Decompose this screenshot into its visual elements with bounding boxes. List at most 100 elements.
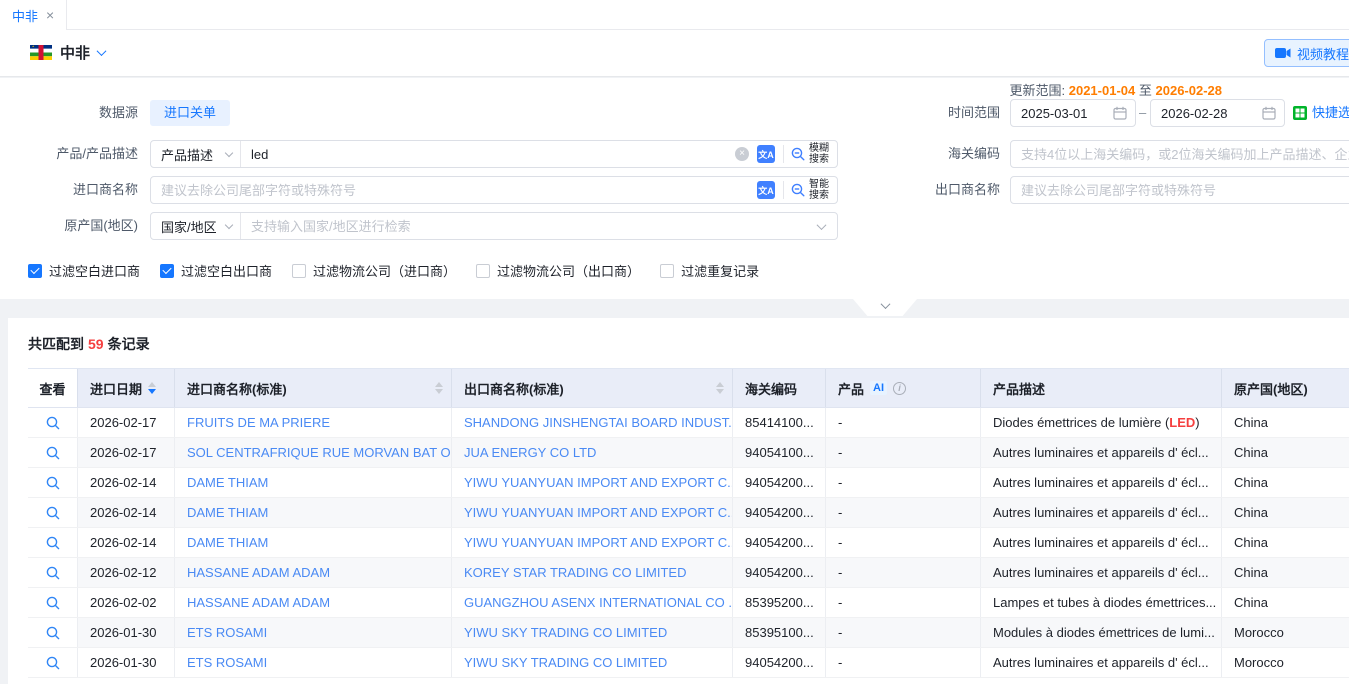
checkbox-unchecked-icon[interactable] bbox=[476, 264, 490, 278]
hs-code: 94054100... bbox=[733, 438, 826, 467]
hs-code: 94054200... bbox=[733, 528, 826, 557]
sort-icons[interactable] bbox=[435, 382, 443, 394]
smart-search-button[interactable]: 智能 搜索 bbox=[784, 179, 837, 201]
chevron-down-icon bbox=[880, 299, 890, 309]
hs-code-input[interactable] bbox=[1011, 141, 1349, 167]
close-icon[interactable]: × bbox=[46, 8, 54, 22]
date-from-input[interactable]: 2025-03-01 bbox=[1010, 99, 1136, 127]
checkbox-unchecked-icon[interactable] bbox=[292, 264, 306, 278]
date-to-input[interactable]: 2026-02-28 bbox=[1150, 99, 1285, 127]
view-detail-magnifier-icon[interactable] bbox=[45, 595, 61, 611]
importer-label: 进口商名称 bbox=[0, 176, 138, 204]
table-row-partial bbox=[28, 678, 1349, 684]
view-detail-magnifier-icon[interactable] bbox=[45, 535, 61, 551]
chevron-down-icon[interactable] bbox=[817, 220, 827, 230]
view-detail-magnifier-icon[interactable] bbox=[45, 475, 61, 491]
product-type-select[interactable]: 产品描述 bbox=[151, 141, 241, 167]
checkbox-checked-icon[interactable] bbox=[160, 264, 174, 278]
view-cell[interactable] bbox=[28, 408, 78, 437]
view-cell[interactable] bbox=[28, 588, 78, 617]
hs-code: 94054200... bbox=[733, 558, 826, 587]
import-date: 2026-01-30 bbox=[78, 618, 175, 647]
view-detail-magnifier-icon[interactable] bbox=[45, 655, 61, 671]
importer-link[interactable]: ETS ROSAMI bbox=[175, 648, 452, 677]
col-label: 进口日期 bbox=[90, 379, 142, 398]
translate-icon[interactable]: 文A bbox=[757, 181, 775, 199]
product-type-value: 产品描述 bbox=[161, 145, 213, 164]
importer-link[interactable]: DAME THIAM bbox=[175, 468, 452, 497]
view-detail-magnifier-icon[interactable] bbox=[45, 625, 61, 641]
exporter-link[interactable]: YIWU YUANYUAN IMPORT AND EXPORT C... bbox=[452, 468, 733, 497]
importer-link[interactable]: SOL CENTRAFRIQUE RUE MORVAN BAT OF... bbox=[175, 438, 452, 467]
exporter-link[interactable]: JUA ENERGY CO LTD bbox=[452, 438, 733, 467]
view-detail-magnifier-icon[interactable] bbox=[45, 415, 61, 431]
hs-code-control bbox=[1010, 140, 1349, 168]
origin-country-input[interactable] bbox=[241, 213, 818, 239]
importer-link[interactable]: HASSANE ADAM ADAM bbox=[175, 558, 452, 587]
importer-link[interactable]: FRUITS DE MA PRIERE bbox=[175, 408, 452, 437]
exporter-link[interactable]: GUANGZHOU ASENX INTERNATIONAL CO ... bbox=[452, 588, 733, 617]
info-icon[interactable]: i bbox=[893, 382, 906, 395]
checkbox-label: 过滤空白进口商 bbox=[49, 261, 140, 280]
filter-panel: 更新范围: 2021-01-04 至 2026-02-28 数据源 进口关单 时… bbox=[0, 78, 1349, 299]
table-row: 2026-01-30 ETS ROSAMI YIWU SKY TRADING C… bbox=[28, 618, 1349, 648]
exporter-link[interactable]: YIWU YUANYUAN IMPORT AND EXPORT C... bbox=[452, 528, 733, 557]
exporter-link[interactable]: YIWU SKY TRADING CO LIMITED bbox=[452, 618, 733, 647]
product-cell: - bbox=[826, 498, 981, 527]
col-exporter[interactable]: 出口商名称(标准) bbox=[452, 369, 733, 407]
data-source-import-declaration-button[interactable]: 进口关单 bbox=[150, 100, 230, 126]
col-hs-code: 海关编码 bbox=[733, 369, 826, 407]
hs-code: 85414100... bbox=[733, 408, 826, 437]
view-cell[interactable] bbox=[28, 648, 78, 677]
fuzzy-search-button[interactable]: 模糊 搜索 bbox=[784, 143, 837, 165]
product-desc: Diodes émettrices de lumière (LED) bbox=[981, 408, 1222, 437]
checkbox-filter-duplicate-records[interactable]: 过滤重复记录 bbox=[660, 261, 759, 280]
checkbox-filter-logistics-exporter[interactable]: 过滤物流公司（出口商） bbox=[476, 261, 640, 280]
view-detail-magnifier-icon[interactable] bbox=[45, 445, 61, 461]
clear-input-icon[interactable]: × bbox=[735, 147, 749, 161]
checkbox-filter-blank-exporter[interactable]: 过滤空白出口商 bbox=[160, 261, 272, 280]
exporter-link[interactable]: YIWU YUANYUAN IMPORT AND EXPORT C... bbox=[452, 498, 733, 527]
view-detail-magnifier-icon[interactable] bbox=[45, 505, 61, 521]
collapse-filter-handle[interactable] bbox=[845, 299, 925, 316]
product-desc: Autres luminaires et appareils d' écl... bbox=[981, 468, 1222, 497]
col-importer[interactable]: 进口商名称(标准) bbox=[175, 369, 452, 407]
importer-link[interactable]: ETS ROSAMI bbox=[175, 618, 452, 647]
import-date: 2026-02-14 bbox=[78, 498, 175, 527]
product-search-input[interactable] bbox=[241, 141, 735, 167]
importer-link[interactable]: DAME THIAM bbox=[175, 528, 452, 557]
product-desc: Lampes et tubes à diodes émettrices... bbox=[981, 588, 1222, 617]
view-cell[interactable] bbox=[28, 438, 78, 467]
view-cell[interactable] bbox=[28, 558, 78, 587]
checkbox-label: 过滤物流公司（进口商） bbox=[313, 261, 456, 280]
import-date: 2026-02-17 bbox=[78, 438, 175, 467]
checkbox-filter-blank-importer[interactable]: 过滤空白进口商 bbox=[28, 261, 140, 280]
video-tutorial-button[interactable]: 视频教程 bbox=[1264, 39, 1349, 67]
date-to-value: 2026-02-28 bbox=[1161, 106, 1228, 121]
translate-icon[interactable]: 文A bbox=[757, 145, 775, 163]
importer-link[interactable]: HASSANE ADAM ADAM bbox=[175, 588, 452, 617]
view-cell[interactable] bbox=[28, 528, 78, 557]
origin-type-select[interactable]: 国家/地区 bbox=[151, 213, 241, 239]
origin-country: China bbox=[1222, 528, 1349, 557]
sort-icons[interactable] bbox=[716, 382, 724, 394]
view-cell[interactable] bbox=[28, 618, 78, 647]
quick-select-button[interactable]: 快捷选 bbox=[1293, 99, 1349, 127]
importer-link[interactable]: DAME THIAM bbox=[175, 498, 452, 527]
checkbox-filter-logistics-importer[interactable]: 过滤物流公司（进口商） bbox=[292, 261, 456, 280]
country-selector[interactable]: 中非 bbox=[30, 42, 105, 63]
sort-icons[interactable] bbox=[148, 382, 156, 394]
view-cell[interactable] bbox=[28, 498, 78, 527]
date-from-value: 2025-03-01 bbox=[1021, 106, 1088, 121]
exporter-link[interactable]: KOREY STAR TRADING CO LIMITED bbox=[452, 558, 733, 587]
checkbox-unchecked-icon[interactable] bbox=[660, 264, 674, 278]
col-import-date[interactable]: 进口日期 bbox=[78, 369, 175, 407]
tab-central-africa[interactable]: 中非 × bbox=[0, 0, 67, 30]
exporter-input[interactable] bbox=[1011, 177, 1349, 203]
exporter-link[interactable]: YIWU SKY TRADING CO LIMITED bbox=[452, 648, 733, 677]
view-detail-magnifier-icon[interactable] bbox=[45, 565, 61, 581]
exporter-link[interactable]: SHANDONG JINSHENGTAI BOARD INDUST... bbox=[452, 408, 733, 437]
checkbox-checked-icon[interactable] bbox=[28, 264, 42, 278]
view-cell[interactable] bbox=[28, 468, 78, 497]
importer-input[interactable] bbox=[151, 177, 757, 203]
